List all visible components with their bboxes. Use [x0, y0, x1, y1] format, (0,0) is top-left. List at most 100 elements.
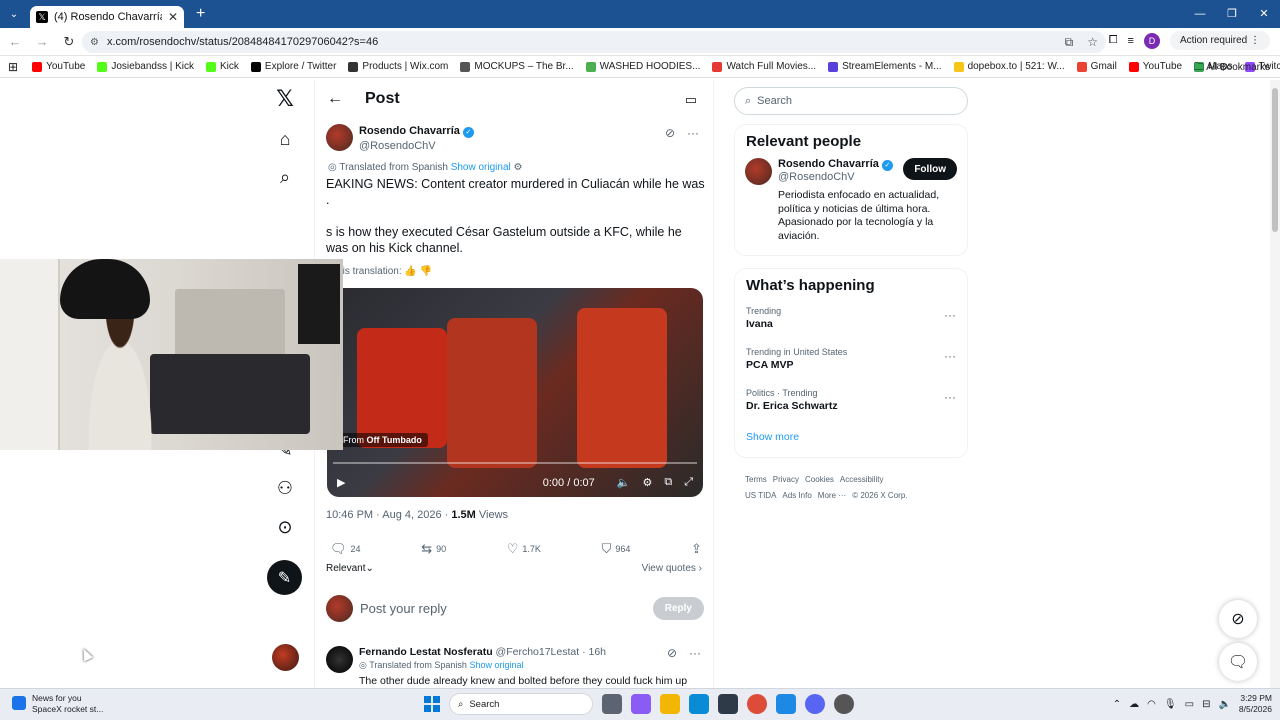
bookmark-item[interactable]: Kick [206, 61, 239, 72]
forward-icon[interactable]: → [30, 34, 54, 49]
display-icon[interactable]: ▭ [1185, 699, 1194, 710]
play-icon[interactable]: ▶ [337, 476, 345, 489]
page-scrollbar[interactable] [1270, 80, 1280, 688]
comment-grok-icon[interactable]: ⊘ [667, 646, 677, 660]
video-settings-icon[interactable]: ⚙ [642, 476, 652, 489]
relevant-person-avatar[interactable] [745, 158, 772, 185]
volume-icon[interactable]: 🔈 [617, 476, 631, 489]
bookmark-item[interactable]: YouTube [1128, 61, 1182, 72]
share-button[interactable]: ⇪ [691, 541, 702, 557]
show-original-link[interactable]: Show original [451, 162, 511, 173]
bookmark-item[interactable]: Products | Wix.com [348, 61, 448, 72]
minimize-icon[interactable]: — [1184, 0, 1216, 28]
tab-search-icon[interactable]: ⌄ [3, 4, 25, 24]
post-timestamp[interactable]: 10:46 PM · Aug 4, 2026 · [326, 509, 451, 521]
reply-submit-button[interactable]: Reply [652, 597, 704, 620]
trend-item[interactable]: Trending Ivana ··· [746, 302, 956, 343]
follow-button[interactable]: Follow [903, 158, 957, 180]
trend-item[interactable]: Trending in United States PCA MVP ··· [746, 343, 956, 384]
grok-fab-icon[interactable]: ⊘ [1219, 600, 1257, 638]
like-button[interactable]: ♡ 1.7K [507, 541, 541, 557]
bookmark-item[interactable]: StreamElements - M... [828, 61, 942, 72]
chrome-icon[interactable] [747, 694, 767, 714]
store-icon[interactable] [718, 694, 738, 714]
clock[interactable]: 3:29 PM 8/5/2026 [1239, 693, 1272, 715]
media-icon[interactable]: ≡ [1128, 35, 1134, 47]
footer-link[interactable]: © 2026 X Corp. [852, 491, 907, 500]
author-name[interactable]: Rosendo Chavarría [359, 125, 460, 137]
author-avatar[interactable] [326, 124, 353, 151]
new-tab-icon[interactable]: + [196, 5, 205, 23]
bookmark-star-icon[interactable]: ☆ [1087, 35, 1098, 50]
view-quotes-link[interactable]: View quotes › [642, 563, 702, 574]
show-more-link[interactable]: Show more [746, 431, 956, 443]
comment-more-icon[interactable]: ··· [689, 646, 701, 660]
reply-item[interactable]: Fernando Lestat Nosferatu @Fercho17Lesta… [326, 646, 704, 687]
trend-more-icon[interactable]: ··· [944, 390, 956, 404]
home-icon[interactable]: ⌂ [262, 124, 308, 154]
profile-avatar[interactable]: D [1143, 32, 1160, 49]
commenter-avatar[interactable] [326, 646, 353, 673]
messages-fab-icon[interactable]: 🗨 [1219, 643, 1257, 681]
task-view-icon[interactable] [602, 694, 622, 714]
bookmark-item[interactable]: WASHED HOODIES... [585, 61, 700, 72]
more-icon[interactable]: ⊙ [262, 512, 308, 542]
file-explorer-icon[interactable] [660, 694, 680, 714]
footer-link[interactable]: More ··· [818, 491, 846, 500]
app-icon[interactable] [834, 694, 854, 714]
profile-icon[interactable]: ⚇ [262, 473, 308, 503]
footer-link[interactable]: Terms [745, 475, 767, 484]
start-windows-icon[interactable] [424, 696, 440, 712]
bookmark-item[interactable]: Gmail [1076, 61, 1117, 72]
bookmark-item[interactable]: MOCKUPS – The Br... [460, 61, 574, 72]
bookmark-item[interactable]: Explore / Twitter [250, 61, 336, 72]
footer-link[interactable]: Cookies [805, 475, 834, 484]
trend-more-icon[interactable]: ··· [944, 349, 956, 363]
fullscreen-icon[interactable]: ⤢ [684, 476, 693, 489]
bookmark-item[interactable]: Watch Full Movies... [712, 61, 816, 72]
network-icon[interactable]: ⊟ [1202, 699, 1210, 710]
comment-show-original-link[interactable]: Show original [469, 660, 523, 670]
relevant-person-name[interactable]: Rosendo Chavarría [778, 158, 879, 170]
trend-item[interactable]: Politics · Trending Dr. Erica Schwartz ··· [746, 384, 956, 425]
back-arrow-icon[interactable]: ← [327, 90, 343, 108]
tray-app-icon[interactable]: ☁ [1129, 699, 1139, 710]
scrollbar-thumb[interactable] [1272, 88, 1278, 232]
site-info-icon[interactable]: ⚙ [90, 37, 99, 48]
picture-in-picture-icon[interactable]: ⧉ [664, 476, 672, 489]
url-bar[interactable]: ⚙ x.com/rosendochv/status/20848484170297… [82, 31, 1106, 53]
footer-link[interactable]: US TIDA [745, 491, 776, 500]
reader-mode-icon[interactable]: ▭ [685, 92, 697, 108]
footer-link[interactable]: Privacy [773, 475, 799, 484]
extensions-icon[interactable]: ⧠ [1109, 34, 1118, 47]
video-progress-bar[interactable] [333, 462, 697, 464]
footer-link[interactable]: Accessibility [840, 475, 884, 484]
close-tab-icon[interactable]: ✕ [168, 10, 178, 24]
news-widget[interactable]: News for you SpaceX rocket st... [12, 693, 103, 715]
photos-icon[interactable] [776, 694, 796, 714]
browser-tab[interactable]: 𝕏 (4) Rosendo Chavarría on X: "Ú ✕ [30, 6, 184, 28]
search-input[interactable]: ⌕ Search [734, 87, 968, 115]
all-bookmarks-link[interactable]: 🗀 All Bookmarks [1194, 60, 1270, 77]
author-handle[interactable]: @RosendoChV [359, 139, 474, 154]
mic-icon[interactable]: 🎙 [1164, 699, 1177, 710]
apps-grid-icon[interactable]: ⊞ [8, 60, 18, 74]
reply-input[interactable]: Post your reply [360, 601, 646, 616]
compose-post-button[interactable]: ✎ [267, 560, 302, 595]
back-icon[interactable]: ← [3, 34, 27, 49]
copilot-icon[interactable] [631, 694, 651, 714]
action-required-button[interactable]: Action required ⋮ [1169, 31, 1270, 50]
relevant-person-handle[interactable]: @RosendoChV [778, 171, 893, 183]
install-app-icon[interactable]: ⧉ [1065, 35, 1074, 50]
wifi-icon[interactable]: ◠ [1147, 699, 1156, 710]
discord-icon[interactable] [805, 694, 825, 714]
tray-chevron-icon[interactable]: ⌃ [1113, 699, 1121, 710]
x-logo-icon[interactable]: 𝕏 [262, 84, 308, 114]
bookmark-button[interactable]: ⛉ 964 [602, 541, 631, 557]
account-avatar[interactable] [272, 644, 299, 671]
reply-button[interactable]: 🗨 24 [330, 541, 361, 557]
trend-more-icon[interactable]: ··· [944, 308, 956, 322]
commenter-handle-time[interactable]: @Fercho17Lestat · 16h [496, 646, 606, 658]
post-more-icon[interactable]: ··· [687, 126, 699, 140]
restore-icon[interactable]: ❐ [1216, 0, 1248, 28]
